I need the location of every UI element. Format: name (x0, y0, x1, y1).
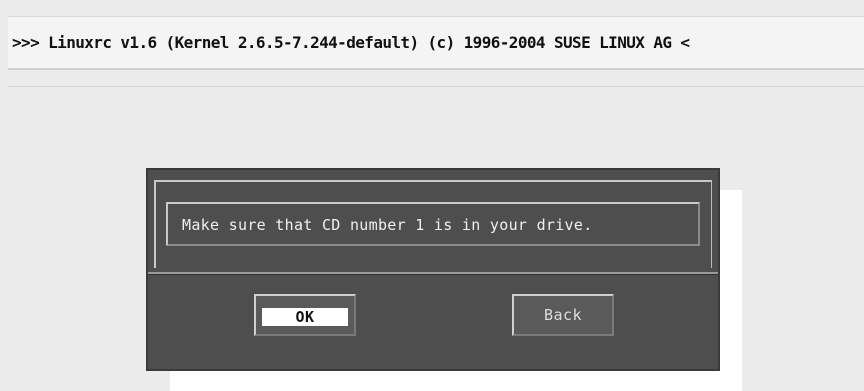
title-text: >>> Linuxrc v1.6 (Kernel 2.6.5-7.244-def… (12, 33, 690, 52)
ok-button-label: OK (262, 308, 348, 326)
message-box: Make sure that CD number 1 is in your dr… (166, 202, 700, 246)
back-button[interactable]: Back (512, 294, 614, 336)
title-bar: >>> Linuxrc v1.6 (Kernel 2.6.5-7.244-def… (8, 16, 864, 70)
cd-prompt-dialog: Make sure that CD number 1 is in your dr… (146, 168, 720, 371)
title-divider (8, 86, 864, 87)
message-text: Make sure that CD number 1 is in your dr… (182, 216, 593, 234)
ok-button[interactable]: OK (254, 294, 356, 336)
linuxrc-screen: >>> Linuxrc v1.6 (Kernel 2.6.5-7.244-def… (0, 0, 864, 391)
dialog-divider-shadow (148, 274, 718, 275)
